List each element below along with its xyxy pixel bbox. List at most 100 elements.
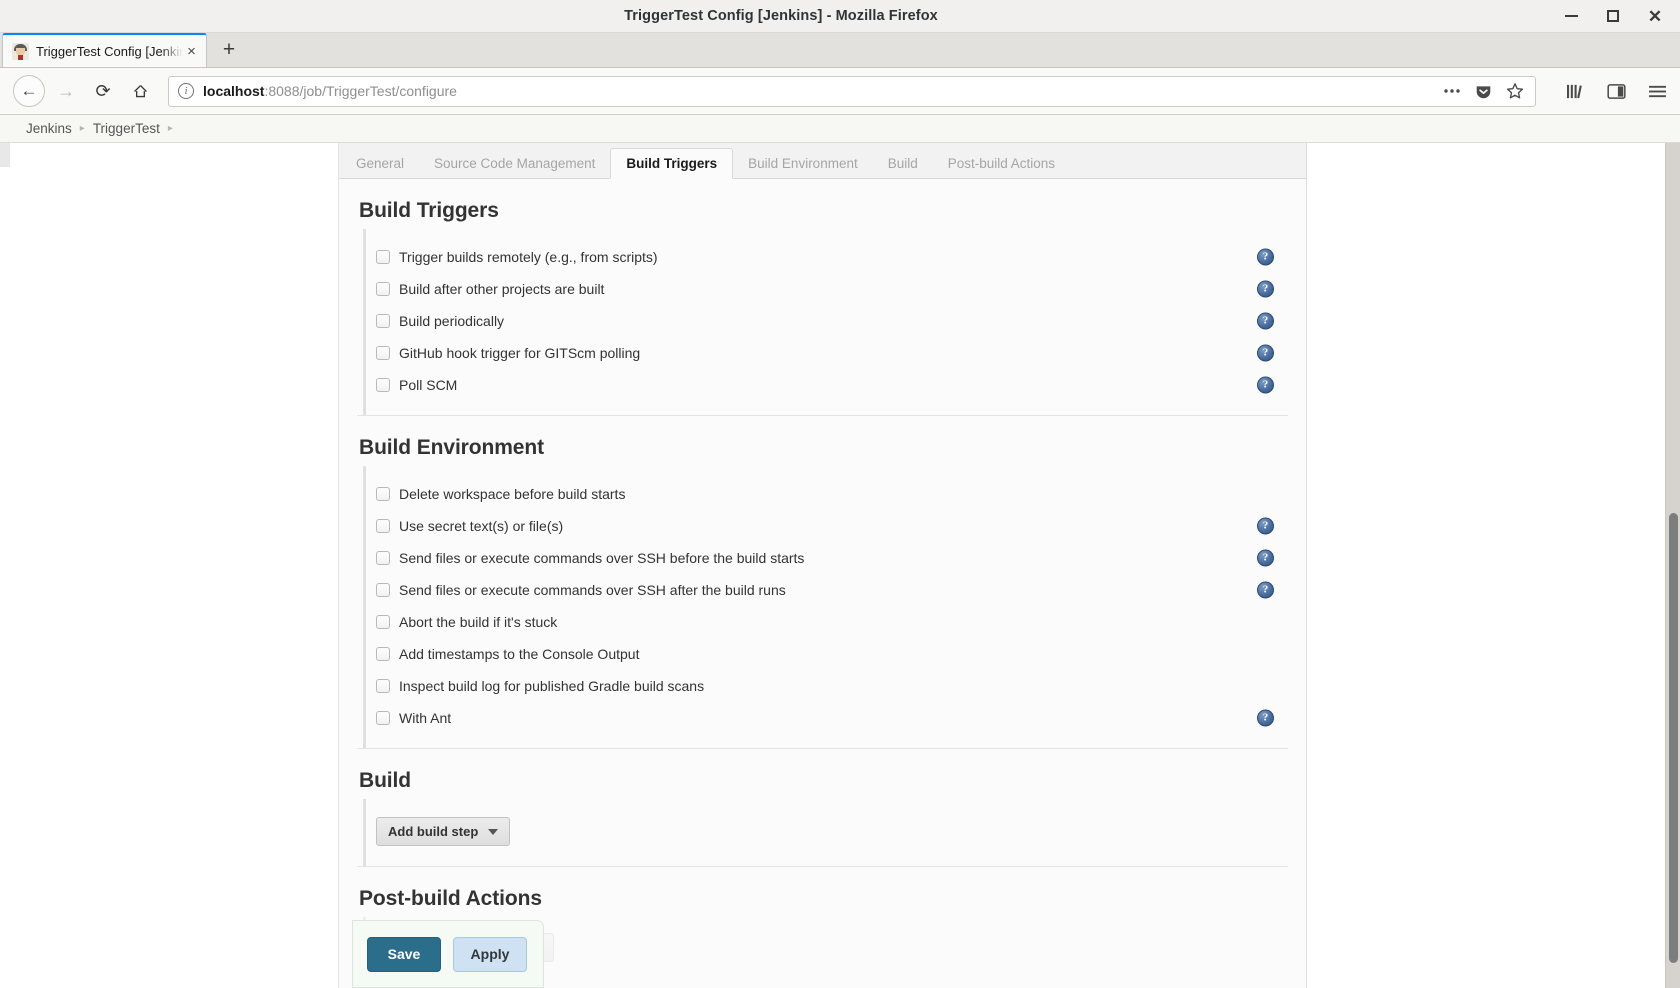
checkbox-row[interactable]: Abort the build if it's stuck	[366, 606, 1288, 638]
checkbox-row[interactable]: Send files or execute commands over SSH …	[366, 574, 1288, 606]
breadcrumb-separator: ▸	[167, 123, 173, 134]
checkbox-poll-scm[interactable]	[376, 378, 390, 392]
breadcrumb-item-triggertest[interactable]: TriggerTest	[85, 121, 168, 136]
checkbox-github-hook-trigger[interactable]	[376, 346, 390, 360]
build-triggers-checkbox-group: Trigger builds remotely (e.g., from scri…	[363, 229, 1288, 415]
sidebar-icon[interactable]	[1607, 83, 1626, 100]
url-text: localhost:8088/job/TriggerTest/configure	[203, 83, 457, 99]
help-icon[interactable]: ?	[1257, 248, 1274, 266]
checkbox-label: Add timestamps to the Console Output	[399, 646, 640, 662]
tab-build[interactable]: Build	[873, 148, 933, 178]
browser-tab[interactable]: TriggerTest Config [Jenkins] ×	[2, 33, 207, 67]
url-bar[interactable]: i localhost:8088/job/TriggerTest/configu…	[168, 75, 1536, 107]
library-icon[interactable]	[1566, 83, 1585, 100]
tab-build-triggers[interactable]: Build Triggers	[610, 148, 734, 179]
help-icon[interactable]: ?	[1257, 280, 1274, 298]
help-icon[interactable]: ?	[1257, 581, 1274, 599]
config-content: Build Triggers Trigger builds remotely (…	[339, 179, 1306, 988]
new-tab-button[interactable]: +	[212, 33, 246, 67]
checkbox-use-secret-text-or-files[interactable]	[376, 519, 390, 533]
section-title-build: Build	[359, 769, 411, 792]
back-icon[interactable]: ←	[13, 75, 45, 107]
minimize-icon[interactable]	[1562, 7, 1580, 25]
page-left-gutter	[0, 143, 338, 988]
tab-general[interactable]: General	[341, 148, 419, 178]
tab-build-environment[interactable]: Build Environment	[733, 148, 873, 178]
checkbox-build-after-other-projects[interactable]	[376, 282, 390, 296]
checkbox-row[interactable]: Build periodically ?	[366, 305, 1288, 337]
checkbox-row[interactable]: Delete workspace before build starts	[366, 478, 1288, 510]
browser-navbar: ← → ⟳ i localhost:8088/job/TriggerTest/c…	[0, 68, 1680, 115]
page-scrollbar[interactable]	[1665, 143, 1680, 988]
url-host: localhost	[203, 83, 265, 99]
maximize-icon[interactable]	[1604, 7, 1622, 25]
help-icon[interactable]: ?	[1257, 549, 1274, 567]
page-body: General Source Code Management Build Tri…	[0, 143, 1680, 988]
help-icon[interactable]: ?	[1257, 517, 1274, 535]
help-icon[interactable]: ?	[1257, 376, 1274, 394]
window-titlebar: TriggerTest Config [Jenkins] - Mozilla F…	[0, 0, 1680, 33]
checkbox-build-periodically[interactable]	[376, 314, 390, 328]
checkbox-row[interactable]: Trigger builds remotely (e.g., from scri…	[366, 241, 1288, 273]
home-icon[interactable]	[124, 75, 156, 107]
tab-post-build-actions[interactable]: Post-build Actions	[933, 148, 1070, 178]
config-panel: General Source Code Management Build Tri…	[338, 143, 1307, 988]
checkbox-label: GitHub hook trigger for GITScm polling	[399, 345, 641, 361]
reload-icon[interactable]: ⟳	[87, 75, 119, 107]
checkbox-trigger-builds-remotely[interactable]	[376, 250, 390, 264]
checkbox-abort-if-stuck[interactable]	[376, 615, 390, 629]
breadcrumb-item-jenkins[interactable]: Jenkins	[18, 121, 80, 136]
bookmark-star-icon[interactable]	[1506, 82, 1524, 100]
apply-button[interactable]: Apply	[453, 936, 527, 972]
checkbox-label: Send files or execute commands over SSH …	[399, 582, 786, 598]
checkbox-delete-workspace[interactable]	[376, 487, 390, 501]
forward-icon[interactable]: →	[50, 75, 82, 107]
checkbox-row[interactable]: Poll SCM ?	[366, 369, 1288, 401]
url-path: :8088/job/TriggerTest/configure	[264, 83, 457, 99]
checkbox-with-ant[interactable]	[376, 711, 390, 725]
checkbox-label: Build periodically	[399, 313, 505, 329]
window-controls: ✕	[1562, 7, 1680, 25]
checkbox-row[interactable]: Send files or execute commands over SSH …	[366, 542, 1288, 574]
help-icon[interactable]: ?	[1257, 709, 1274, 727]
checkbox-label: Inspect build log for published Gradle b…	[399, 678, 705, 694]
chevron-down-icon	[488, 828, 499, 835]
tab-source-code-management[interactable]: Source Code Management	[419, 148, 610, 178]
checkbox-label: Poll SCM	[399, 377, 458, 393]
browser-tab-title: TriggerTest Config [Jenkins]	[36, 43, 183, 59]
checkbox-label: Use secret text(s) or file(s)	[399, 518, 564, 534]
window-title: TriggerTest Config [Jenkins] - Mozilla F…	[624, 8, 938, 24]
checkbox-label: Delete workspace before build starts	[399, 486, 626, 502]
checkbox-row[interactable]: Inspect build log for published Gradle b…	[366, 670, 1288, 702]
site-info-icon[interactable]: i	[178, 83, 194, 99]
help-icon[interactable]: ?	[1257, 344, 1274, 362]
menu-icon[interactable]	[1648, 84, 1667, 99]
gutter-marker	[0, 143, 10, 167]
checkbox-row[interactable]: GitHub hook trigger for GITScm polling ?	[366, 337, 1288, 369]
checkbox-label: Send files or execute commands over SSH …	[399, 550, 805, 566]
add-build-step-button[interactable]: Add build step	[376, 817, 511, 846]
checkbox-row[interactable]: Build after other projects are built ?	[366, 273, 1288, 305]
checkbox-label: Build after other projects are built	[399, 281, 605, 297]
close-icon[interactable]: ✕	[1646, 7, 1664, 25]
build-steps-area: Add build step	[363, 799, 1288, 866]
checkbox-ssh-after-build[interactable]	[376, 583, 390, 597]
section-title-build-environment: Build Environment	[359, 436, 544, 459]
section-title-build-triggers: Build Triggers	[359, 199, 499, 222]
page-actions-icon[interactable]	[1443, 88, 1461, 94]
checkbox-row[interactable]: Add timestamps to the Console Output	[366, 638, 1288, 670]
build-environment-checkbox-group: Delete workspace before build starts Use…	[363, 466, 1288, 748]
checkbox-add-timestamps[interactable]	[376, 647, 390, 661]
checkbox-ssh-before-build[interactable]	[376, 551, 390, 565]
pocket-icon[interactable]	[1475, 83, 1492, 100]
checkbox-inspect-gradle-build-scans[interactable]	[376, 679, 390, 693]
checkbox-label: Trigger builds remotely (e.g., from scri…	[399, 249, 658, 265]
url-action-icons	[1443, 82, 1526, 100]
form-action-bar: Save Apply	[352, 920, 544, 988]
scrollbar-thumb[interactable]	[1669, 513, 1678, 963]
help-icon[interactable]: ?	[1257, 312, 1274, 330]
save-button[interactable]: Save	[367, 936, 441, 972]
tab-close-icon[interactable]: ×	[183, 44, 200, 59]
checkbox-row[interactable]: Use secret text(s) or file(s) ?	[366, 510, 1288, 542]
checkbox-row[interactable]: With Ant ?	[366, 702, 1288, 734]
